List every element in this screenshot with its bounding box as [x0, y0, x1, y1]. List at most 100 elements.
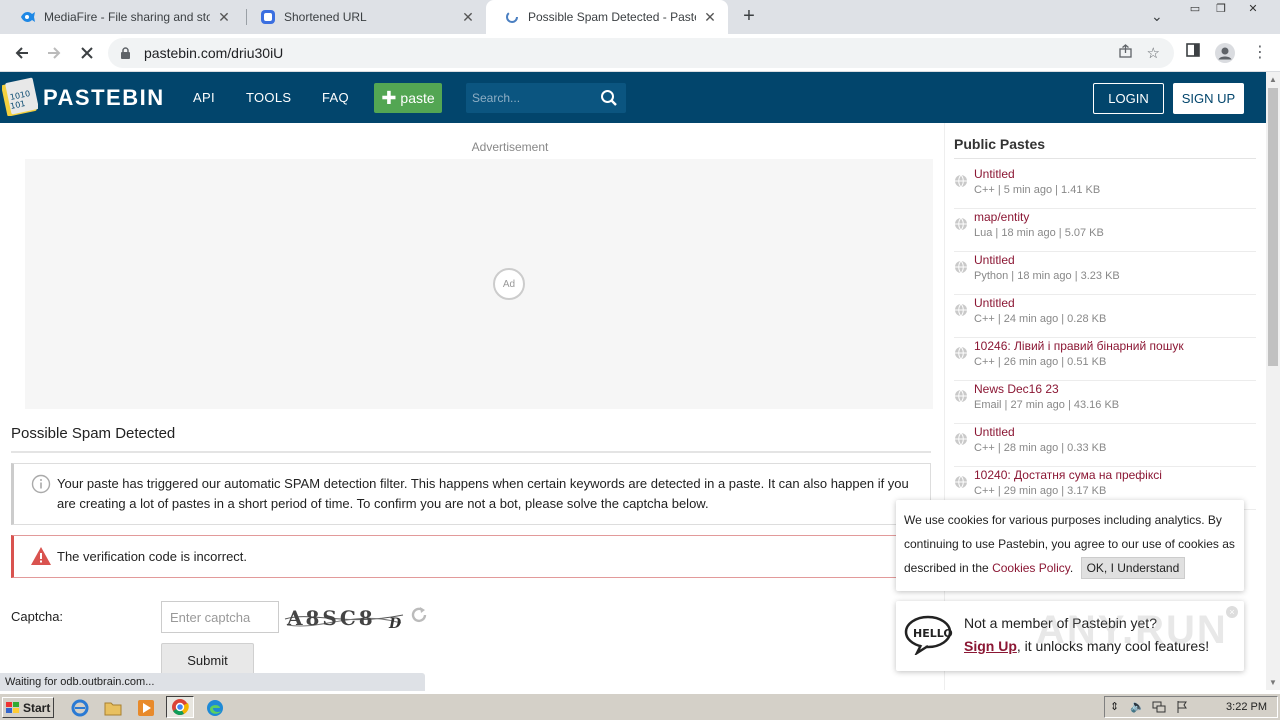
scroll-down-icon[interactable]: ▼: [1269, 678, 1277, 687]
cookies-policy-link[interactable]: Cookies Policy: [992, 561, 1070, 575]
plus-icon: ✚: [381, 87, 397, 108]
ie-icon[interactable]: [70, 698, 90, 718]
share-icon[interactable]: [1118, 44, 1133, 63]
error-text: The verification code is incorrect.: [57, 549, 248, 564]
main-content: Advertisement Ad Possible Spam Detected …: [0, 123, 944, 690]
windows-logo-icon: [6, 701, 20, 714]
site-brand[interactable]: PASTEBIN: [43, 85, 165, 111]
globe-icon: [954, 174, 968, 191]
paste-meta: C++ | 26 min ago | 0.51 KB: [974, 356, 1107, 368]
clock: 3:22 PM: [1226, 701, 1267, 713]
edge-icon[interactable]: [205, 698, 225, 718]
globe-icon: [954, 432, 968, 449]
browser-status-bar: Waiting for odb.outbrain.com...: [0, 673, 425, 691]
page-scrollbar[interactable]: ▲ ▼: [1266, 72, 1280, 690]
paste-meta: C++ | 24 min ago | 0.28 KB: [974, 313, 1107, 325]
paste-list-item: Untitled C++ | 24 min ago | 0.28 KB: [954, 295, 1256, 338]
paste-list-item: map/entity Lua | 18 min ago | 5.07 KB: [954, 209, 1256, 252]
close-window-button[interactable]: ✕: [1242, 2, 1264, 18]
forward-button[interactable]: [42, 41, 66, 65]
accept-cookies-button[interactable]: OK, I Understand: [1080, 557, 1186, 579]
shortened-url-icon: [260, 9, 276, 25]
tab-pastebin[interactable]: Possible Spam Detected - Pastebin.c ✕: [486, 0, 728, 34]
paste-meta: C++ | 28 min ago | 0.33 KB: [974, 442, 1107, 454]
captcha-image: A8SC8 D: [283, 601, 405, 633]
paste-title-link[interactable]: 10246: Лівий і правий бінарний пошук: [974, 339, 1184, 353]
browser-tabstrip: MediaFire - File sharing and storage m ✕…: [0, 0, 1280, 34]
tab-search-chevron-icon[interactable]: ⌄: [1151, 8, 1163, 25]
tray-arrow-icon[interactable]: ⇕: [1110, 700, 1119, 713]
media-player-icon[interactable]: [136, 698, 156, 718]
site-search: [466, 83, 626, 113]
paste-meta: C++ | 29 min ago | 3.17 KB: [974, 485, 1107, 497]
nav-api[interactable]: API: [193, 90, 215, 105]
scrollbar-thumb[interactable]: [1268, 88, 1278, 366]
sidebar-title: Public Pastes: [954, 136, 1046, 152]
globe-icon: [954, 303, 968, 320]
lock-icon[interactable]: [120, 46, 134, 60]
paste-title-link[interactable]: Untitled: [974, 253, 1015, 267]
captcha-input[interactable]: [161, 601, 279, 633]
scroll-up-icon[interactable]: ▲: [1269, 75, 1277, 84]
paste-title-link[interactable]: 10240: Достатня сума на префіксі: [974, 468, 1162, 482]
signup-button[interactable]: SIGN UP: [1173, 83, 1244, 114]
globe-icon: [954, 475, 968, 492]
new-tab-button[interactable]: +: [738, 5, 760, 27]
nav-tools[interactable]: TOOLS: [246, 90, 291, 105]
paste-list-item: Untitled C++ | 5 min ago | 1.41 KB: [954, 166, 1256, 209]
search-icon[interactable]: [600, 89, 618, 110]
bookmark-star-icon[interactable]: ☆: [1147, 44, 1160, 63]
flag-icon[interactable]: [1176, 700, 1188, 717]
close-tab-icon[interactable]: ✕: [216, 9, 232, 26]
mediafire-icon: [20, 9, 36, 25]
address-bar[interactable]: pastebin.com/driu30iU ☆: [108, 38, 1174, 68]
login-button[interactable]: LOGIN: [1093, 83, 1164, 114]
hello-bubble-icon: HELLO: [903, 615, 953, 658]
stop-loading-button[interactable]: [75, 41, 99, 65]
loading-icon: [504, 9, 520, 25]
paste-list-item: 10246: Лівий і правий бінарний пошук C++ …: [954, 338, 1256, 381]
info-icon: [31, 474, 51, 497]
paste-list-item: Untitled Python | 18 min ago | 3.23 KB: [954, 252, 1256, 295]
title-divider: [11, 451, 931, 453]
refresh-captcha-icon[interactable]: [410, 606, 428, 627]
tab-shortened-url[interactable]: Shortened URL ✕: [242, 0, 486, 34]
pastebin-logo-icon[interactable]: 1010 101: [1, 76, 39, 117]
paste-title-link[interactable]: Untitled: [974, 167, 1015, 181]
submit-button[interactable]: Submit: [161, 643, 254, 677]
nav-faq[interactable]: FAQ: [322, 90, 349, 105]
new-paste-button[interactable]: ✚ paste: [374, 83, 442, 113]
paste-meta: Email | 27 min ago | 43.16 KB: [974, 399, 1120, 411]
tab-mediafire[interactable]: MediaFire - File sharing and storage m ✕: [2, 0, 242, 34]
captcha-text: A8SC8: [286, 606, 376, 630]
paste-title-link[interactable]: Untitled: [974, 425, 1015, 439]
url-text: pastebin.com/driu30iU: [144, 45, 284, 61]
start-button[interactable]: Start: [2, 697, 54, 718]
close-promo-icon[interactable]: ×: [1226, 606, 1238, 618]
search-input[interactable]: [472, 88, 594, 108]
paste-title-link[interactable]: News Dec16 23: [974, 382, 1059, 396]
restore-button[interactable]: ❐: [1210, 2, 1232, 18]
chrome-icon[interactable]: [166, 696, 194, 718]
close-tab-icon[interactable]: ✕: [702, 9, 718, 26]
globe-icon: [954, 389, 968, 406]
info-text: Your paste has triggered our automatic S…: [57, 476, 909, 511]
paste-title-link[interactable]: map/entity: [974, 210, 1029, 224]
profile-avatar-icon[interactable]: [1214, 42, 1236, 69]
paste-title-link[interactable]: Untitled: [974, 296, 1015, 310]
side-panel-icon[interactable]: [1185, 42, 1201, 63]
minimize-button[interactable]: ▭: [1184, 2, 1206, 18]
close-tab-icon[interactable]: ✕: [460, 9, 476, 26]
promo-signup-link[interactable]: Sign Up: [964, 638, 1017, 654]
back-button[interactable]: [10, 41, 34, 65]
ad-placeholder[interactable]: Ad: [25, 159, 933, 409]
warning-icon: [30, 546, 52, 569]
folder-icon[interactable]: [103, 698, 123, 718]
globe-icon: [954, 260, 968, 277]
menu-kebab-icon[interactable]: ⋮: [1252, 42, 1268, 62]
paste-list-item: News Dec16 23 Email | 27 min ago | 43.16 …: [954, 381, 1256, 424]
paste-meta: Python | 18 min ago | 3.23 KB: [974, 270, 1120, 282]
info-notice: Your paste has triggered our automatic S…: [11, 463, 931, 525]
network-icon[interactable]: [1152, 700, 1166, 717]
volume-icon[interactable]: 🔈: [1130, 699, 1145, 713]
